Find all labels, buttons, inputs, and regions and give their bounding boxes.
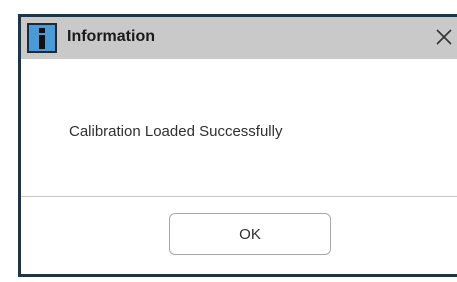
dialog-separator bbox=[21, 196, 457, 197]
close-button[interactable] bbox=[432, 25, 456, 49]
dialog-titlebar: Information bbox=[21, 17, 457, 59]
close-icon bbox=[436, 29, 452, 45]
information-dialog: Information Calibration Loaded Successfu… bbox=[18, 14, 457, 277]
info-icon bbox=[27, 23, 57, 53]
ok-button[interactable]: OK bbox=[169, 213, 331, 255]
dialog-title: Information bbox=[67, 28, 155, 45]
dialog-message: Calibration Loaded Successfully bbox=[69, 123, 283, 140]
